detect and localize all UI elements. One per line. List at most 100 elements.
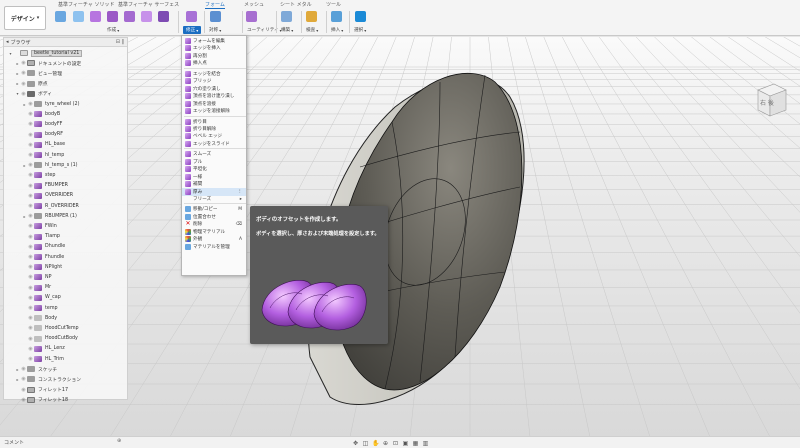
- tree-item[interactable]: ◉ temp: [4, 303, 58, 313]
- group-6-dropdown[interactable]: 挿入 ▾: [331, 26, 343, 34]
- tree-item[interactable]: ◉ OVERRIDER: [4, 191, 73, 201]
- visibility-eye-icon[interactable]: ◉: [20, 60, 27, 66]
- visibility-eye-icon[interactable]: ◉: [20, 397, 27, 403]
- tree-item[interactable]: ▾ beetle_tutorial v21: [4, 48, 83, 58]
- tree-item[interactable]: ◉ NPlight: [4, 262, 62, 272]
- menu-item[interactable]: マテリアルを管理: [182, 243, 246, 251]
- tree-item[interactable]: ▸ ◉ RBUMPER (1): [4, 211, 77, 221]
- group-7-dropdown[interactable]: 選択 ▾: [354, 26, 366, 34]
- collapse-icon[interactable]: ◂: [6, 39, 9, 45]
- tool-6-0-icon[interactable]: [331, 11, 342, 22]
- pin-icon[interactable]: ⊟ ‖: [116, 39, 124, 45]
- design-workspace-button[interactable]: デザイン ▾: [4, 6, 46, 30]
- tree-item[interactable]: ◉ NP: [4, 272, 51, 282]
- pan-icon[interactable]: ✋: [372, 440, 379, 447]
- visibility-eye-icon[interactable]: ◉: [27, 172, 34, 178]
- visibility-eye-icon[interactable]: ◉: [27, 234, 34, 240]
- visibility-eye-icon[interactable]: ◉: [27, 183, 34, 189]
- zoom-icon[interactable]: ⊕: [382, 440, 389, 447]
- visibility-eye-icon[interactable]: ◉: [27, 111, 34, 117]
- visibility-eye-icon[interactable]: ◉: [27, 203, 34, 209]
- tree-item[interactable]: ◉ R_OVERRIDER: [4, 201, 79, 211]
- visibility-eye-icon[interactable]: ◉: [27, 336, 34, 342]
- tree-item[interactable]: ◉ Body: [4, 313, 57, 323]
- menu-item[interactable]: エッジをスライド: [182, 140, 246, 148]
- tree-item[interactable]: ◉ FWin: [4, 221, 57, 231]
- tree-item[interactable]: ▸ ◉ ドキュメントの設定: [4, 58, 81, 68]
- group-0-dropdown[interactable]: 作成 ▾: [107, 26, 119, 34]
- visibility-eye-icon[interactable]: ◉: [27, 264, 34, 270]
- tree-item[interactable]: ◉ Dhundle: [4, 242, 65, 252]
- tree-item[interactable]: ▾ ◉ ボディ: [4, 89, 52, 99]
- visibility-eye-icon[interactable]: ◉: [27, 285, 34, 291]
- display-settings-icon[interactable]: ▣: [402, 440, 409, 447]
- tab-3[interactable]: メッシュ: [244, 1, 264, 9]
- visibility-eye-icon[interactable]: ◉: [20, 91, 27, 97]
- tree-item[interactable]: ◉ bodyB: [4, 109, 60, 119]
- tool-1-0-icon[interactable]: [186, 11, 197, 22]
- visibility-eye-icon[interactable]: ◉: [27, 223, 34, 229]
- tool-0-1-icon[interactable]: [73, 11, 84, 22]
- tree-item[interactable]: ▸ ◉ 原点: [4, 79, 48, 89]
- tree-item[interactable]: ◉ Fhundle: [4, 252, 64, 262]
- tool-0-6-icon[interactable]: [158, 11, 169, 22]
- visibility-eye-icon[interactable]: ◉: [27, 244, 34, 250]
- grid-settings-icon[interactable]: ▦: [412, 440, 419, 447]
- tree-item[interactable]: ◉ HL_Trim: [4, 354, 64, 364]
- tool-3-0-icon[interactable]: [246, 11, 257, 22]
- visibility-eye-icon[interactable]: ◉: [27, 315, 34, 321]
- expand-arrow-icon[interactable]: ▾: [8, 51, 13, 56]
- tab-4[interactable]: シート メタル: [280, 1, 312, 9]
- tab-2[interactable]: フォーム: [205, 1, 225, 9]
- visibility-eye-icon[interactable]: ◉: [27, 213, 34, 219]
- tree-item[interactable]: ◉ フィレット17: [4, 385, 68, 395]
- tab-5[interactable]: ツール: [326, 1, 341, 9]
- tab-1[interactable]: 基準フィーチャ サーフェス: [118, 1, 179, 9]
- visibility-eye-icon[interactable]: ◉: [27, 132, 34, 138]
- visibility-eye-icon[interactable]: ◉: [20, 366, 27, 372]
- tree-item[interactable]: ◉ Tlamp: [4, 232, 60, 242]
- visibility-eye-icon[interactable]: ◉: [27, 325, 34, 331]
- visibility-eye-icon[interactable]: ◉: [27, 101, 34, 107]
- visibility-eye-icon[interactable]: ◉: [27, 121, 34, 127]
- tree-item[interactable]: ◉ hl_temp: [4, 150, 64, 160]
- orbit-icon[interactable]: ✥: [352, 440, 359, 447]
- menu-item[interactable]: フリーズ ▸: [182, 195, 246, 203]
- menu-item[interactable]: エッジを溶接解除: [182, 107, 246, 115]
- tree-item[interactable]: ◉ step: [4, 170, 55, 180]
- viewports-icon[interactable]: ▥: [422, 440, 429, 447]
- visibility-eye-icon[interactable]: ◉: [27, 193, 34, 199]
- tree-item[interactable]: ◉ bodyRF: [4, 130, 63, 140]
- tool-2-0-icon[interactable]: [210, 11, 221, 22]
- group-1-dropdown[interactable]: 修正 ▾: [183, 26, 202, 34]
- visibility-eye-icon[interactable]: ◉: [27, 295, 34, 301]
- viewcube[interactable]: 右 後: [752, 80, 788, 120]
- visibility-eye-icon[interactable]: ◉: [27, 356, 34, 362]
- visibility-eye-icon[interactable]: ◉: [27, 274, 34, 280]
- tree-item[interactable]: ◉ Mr: [4, 283, 51, 293]
- tool-5-0-icon[interactable]: [306, 11, 317, 22]
- visibility-eye-icon[interactable]: ◉: [20, 81, 27, 87]
- tree-item[interactable]: ▸ ◉ hl_temp_s (1): [4, 160, 78, 170]
- tree-item[interactable]: ▸ ◉ ビュー管理: [4, 68, 62, 78]
- visibility-eye-icon[interactable]: ◉: [20, 376, 27, 382]
- tool-0-3-icon[interactable]: [107, 11, 118, 22]
- visibility-eye-icon[interactable]: ◉: [27, 254, 34, 260]
- comments-label[interactable]: コメント: [4, 439, 24, 446]
- visibility-eye-icon[interactable]: ◉: [27, 346, 34, 352]
- tool-7-0-icon[interactable]: [355, 11, 366, 22]
- tree-item[interactable]: ◉ HoodCutTemp: [4, 323, 79, 333]
- tree-item[interactable]: ◉ HoodCutBody: [4, 334, 78, 344]
- menu-item[interactable]: 挿入点: [182, 59, 246, 67]
- tree-item[interactable]: ▸ ◉ スケッチ: [4, 364, 57, 374]
- visibility-eye-icon[interactable]: ◉: [20, 70, 27, 76]
- tool-4-0-icon[interactable]: [281, 11, 292, 22]
- tree-item[interactable]: ◉ bodyFF: [4, 119, 62, 129]
- comments-add-icon[interactable]: ⊕: [117, 438, 121, 444]
- tree-item[interactable]: ◉ FBUMPER: [4, 181, 68, 191]
- tool-0-4-icon[interactable]: [124, 11, 135, 22]
- browser-header[interactable]: ◂ ブラウザ ⊟ ‖: [4, 38, 127, 47]
- tree-item[interactable]: ▸ ◉ コンストラクション: [4, 374, 81, 384]
- group-2-dropdown[interactable]: 対称 ▾: [209, 26, 221, 34]
- tree-item[interactable]: ▸ ◉ tyre_wheel (2): [4, 99, 79, 109]
